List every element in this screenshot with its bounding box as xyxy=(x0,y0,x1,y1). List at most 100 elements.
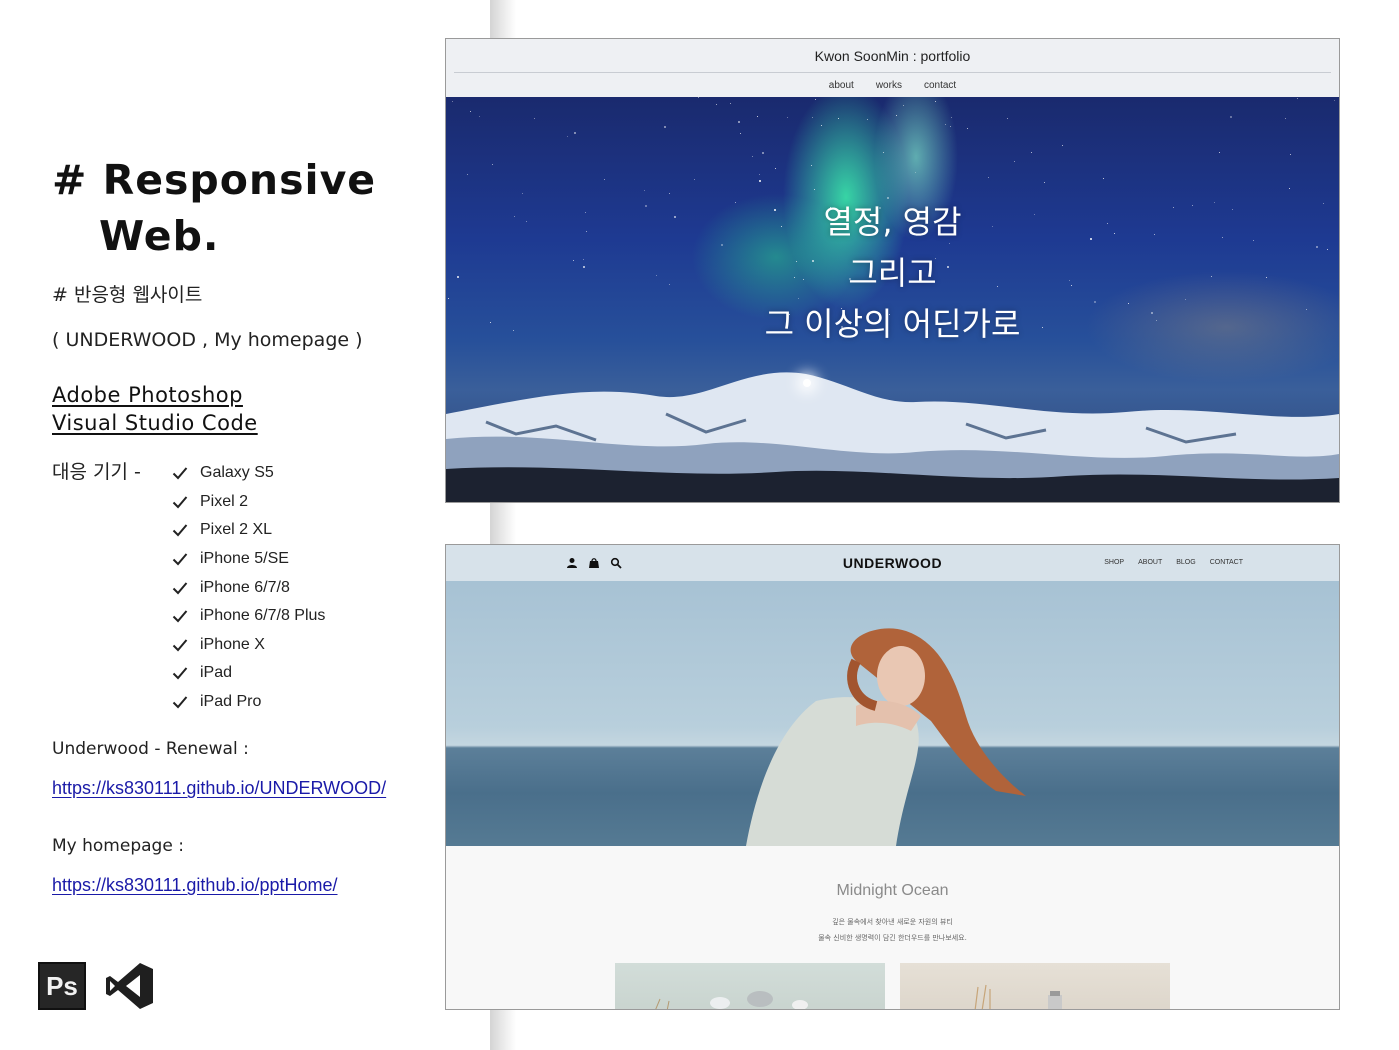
device-name: iPad xyxy=(200,664,233,682)
checkmark-icon xyxy=(172,638,200,652)
nav-contact[interactable]: contact xyxy=(924,80,956,91)
nav-contact[interactable]: CONTACT xyxy=(1210,559,1243,566)
star xyxy=(645,205,647,207)
star xyxy=(1107,223,1108,224)
star xyxy=(526,221,527,222)
star xyxy=(694,179,695,180)
star xyxy=(938,313,939,314)
hero-copy: 열정, 영감 그리고 그 이상의 어딘가로 xyxy=(446,197,1339,350)
nav-about[interactable]: ABOUT xyxy=(1138,559,1162,566)
star xyxy=(879,207,881,209)
star xyxy=(1266,277,1267,278)
star xyxy=(467,174,468,175)
star xyxy=(1044,182,1045,183)
star xyxy=(644,190,645,191)
star xyxy=(1289,188,1290,189)
star xyxy=(1071,285,1072,286)
title-line-1: # Responsive xyxy=(52,156,377,204)
star xyxy=(1334,100,1335,101)
checkmark-icon xyxy=(172,552,200,566)
device-item: iPhone X xyxy=(172,631,325,660)
nav-about[interactable]: about xyxy=(829,80,854,91)
star xyxy=(698,97,699,98)
checkmark-icon xyxy=(172,666,200,680)
star xyxy=(1323,203,1324,204)
star xyxy=(492,164,493,165)
portfolio-header: Kwon SoonMin : portfolio about works con… xyxy=(446,39,1339,97)
star xyxy=(738,121,740,123)
star xyxy=(841,308,842,309)
star xyxy=(1014,161,1015,162)
star xyxy=(585,212,586,213)
section-title: Midnight Ocean xyxy=(836,882,949,899)
star xyxy=(811,165,812,166)
homepage-label: My homepage : xyxy=(52,836,184,856)
star xyxy=(1042,327,1043,328)
star xyxy=(1192,205,1193,206)
checkmark-icon xyxy=(172,609,200,623)
star xyxy=(1173,207,1174,208)
checkmark-icon xyxy=(172,495,200,509)
aurora-hero-image: 열정, 영감 그리고 그 이상의 어딘가로 xyxy=(446,97,1339,502)
description-panel: # Responsive Web. # 반응형 웹사이트 ( UNDERWOOD… xyxy=(0,0,440,1050)
device-name: Galaxy S5 xyxy=(200,464,274,482)
star xyxy=(664,126,666,128)
star xyxy=(490,322,491,323)
star xyxy=(1230,116,1232,118)
device-item: Galaxy S5 xyxy=(172,459,325,488)
tool-photoshop: Adobe Photoshop xyxy=(52,383,243,407)
star xyxy=(716,104,717,105)
star xyxy=(583,259,584,260)
star xyxy=(1031,152,1032,153)
star xyxy=(513,330,514,331)
star xyxy=(1219,152,1220,153)
nav-blog[interactable]: BLOG xyxy=(1176,559,1195,566)
homepage-link[interactable]: https://ks830111.github.io/pptHome/ xyxy=(52,875,338,896)
device-item: iPad Pro xyxy=(172,688,325,717)
devices-label: 대응 기기 - xyxy=(52,461,141,483)
star xyxy=(867,119,868,120)
star xyxy=(573,260,574,261)
star xyxy=(796,261,797,262)
device-name: Pixel 2 XL xyxy=(200,521,273,539)
star xyxy=(803,279,804,280)
star xyxy=(883,152,884,153)
star xyxy=(759,174,760,175)
star xyxy=(1306,309,1307,310)
visual-studio-code-icon xyxy=(106,963,153,1009)
star xyxy=(1232,209,1233,210)
star xyxy=(669,284,670,285)
device-name: iPad Pro xyxy=(200,693,262,711)
star xyxy=(1327,249,1328,250)
star xyxy=(992,226,993,227)
star xyxy=(915,172,916,173)
star xyxy=(821,125,822,126)
star xyxy=(1034,214,1035,215)
star xyxy=(988,177,989,178)
project-list: ( UNDERWOOD , My homepage ) xyxy=(52,329,363,351)
star xyxy=(838,118,839,119)
star xyxy=(787,117,788,118)
star xyxy=(757,116,758,117)
star xyxy=(935,258,936,259)
star xyxy=(1151,312,1153,314)
star xyxy=(574,132,576,134)
star xyxy=(759,180,761,182)
product-card[interactable] xyxy=(615,963,885,1009)
star xyxy=(910,233,911,234)
nav-works[interactable]: works xyxy=(876,80,902,91)
star xyxy=(1069,280,1070,281)
device-item: Pixel 2 xyxy=(172,488,325,517)
star xyxy=(583,266,585,268)
star xyxy=(903,105,904,106)
star xyxy=(1185,299,1186,300)
star xyxy=(1316,246,1318,248)
star xyxy=(949,243,950,244)
nav-shop[interactable]: SHOP xyxy=(1104,559,1124,566)
product-card[interactable] xyxy=(900,963,1170,1009)
star xyxy=(1090,238,1092,240)
star xyxy=(1285,118,1286,119)
portfolio-nav: about works contact xyxy=(446,80,1339,91)
star xyxy=(997,286,998,287)
underwood-link[interactable]: https://ks830111.github.io/UNDERWOOD/ xyxy=(52,778,386,799)
